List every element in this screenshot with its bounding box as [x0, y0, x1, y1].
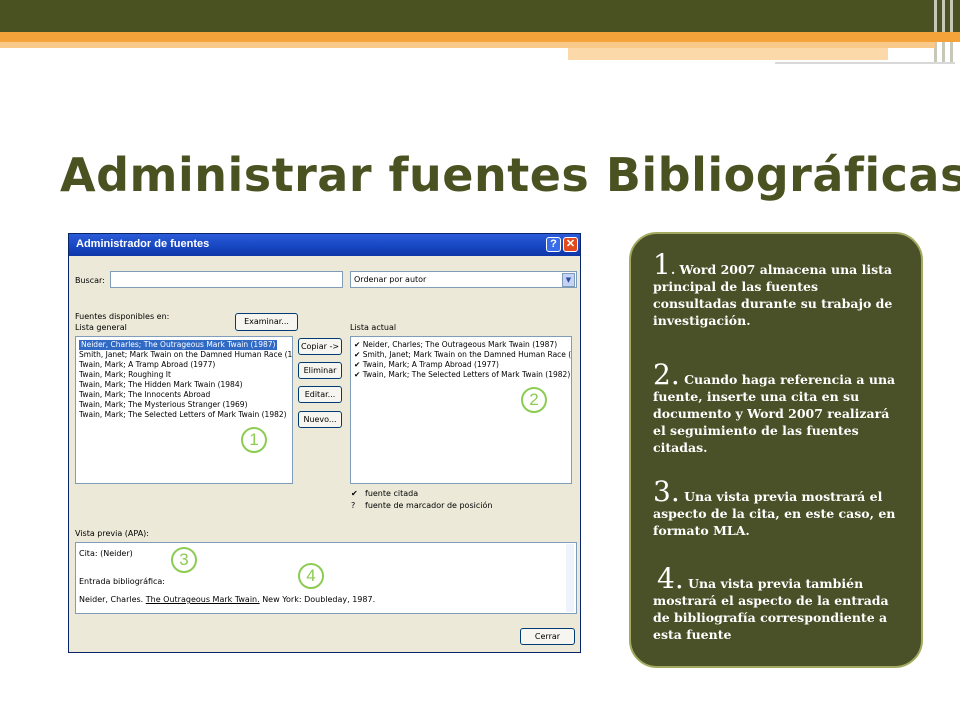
- list-item[interactable]: Twain, Mark; Roughing It: [79, 370, 171, 380]
- check-icon: ✔: [354, 370, 361, 379]
- sources-available-label: Fuentes disponibles en:: [75, 312, 170, 321]
- preview-citation: Cita: (Neider): [79, 549, 133, 558]
- dialog-title: Administrador de fuentes: [76, 238, 210, 250]
- current-list-label: Lista actual: [350, 323, 397, 332]
- list-item[interactable]: ✔ Twain, Mark; A Tramp Abroad (1977): [354, 360, 499, 370]
- callout-number: 2: [521, 387, 547, 413]
- list-item[interactable]: Twain, Mark; The Hidden Mark Twain (1984…: [79, 380, 243, 390]
- preview-box: Cita: (Neider) Entrada bibliográfica: Ne…: [75, 542, 577, 614]
- step-number: 2.: [653, 358, 680, 391]
- preview-scrollbar[interactable]: [566, 544, 574, 612]
- chevron-down-icon[interactable]: ▼: [562, 273, 575, 287]
- current-sources-list[interactable]: ✔ Neider, Charles; The Outrageous Mark T…: [350, 336, 572, 484]
- edit-button[interactable]: Editar...: [298, 386, 342, 403]
- close-window-button[interactable]: ✕: [563, 237, 578, 252]
- divider-line: [775, 62, 955, 64]
- browse-button-label: Examinar...: [244, 317, 289, 326]
- list-item[interactable]: Twain, Mark; The Innocents Abroad: [79, 390, 210, 400]
- list-item[interactable]: ✔ Neider, Charles; The Outrageous Mark T…: [354, 340, 557, 350]
- step-number: 4.: [657, 562, 684, 595]
- dialog-titlebar: Administrador de fuentes ? ✕: [69, 234, 580, 256]
- search-label: Buscar:: [75, 276, 105, 285]
- orange-band-lighter: [568, 48, 888, 60]
- list-item[interactable]: Twain, Mark; The Mysterious Stranger (19…: [79, 400, 248, 410]
- page-title: Administrar fuentes Bibliográficas: [60, 148, 960, 202]
- callout-number: 4: [298, 563, 324, 589]
- check-icon: ✔: [351, 489, 358, 498]
- preview-bib-label: Entrada bibliográfica:: [79, 577, 165, 586]
- bib-author: Neider, Charles.: [79, 595, 146, 604]
- help-button[interactable]: ?: [546, 237, 561, 252]
- copy-button[interactable]: Copiar ->: [298, 338, 342, 355]
- list-item[interactable]: Neider, Charles; The Outrageous Mark Twa…: [79, 340, 278, 350]
- list-item-label: Neider, Charles; The Outrageous Mark Twa…: [362, 340, 558, 349]
- sort-select-value: Ordenar por autor: [354, 275, 427, 284]
- list-item-label: Smith, Janet; Mark Twain on the Damned H…: [362, 350, 572, 359]
- browse-button[interactable]: Examinar...: [235, 313, 298, 331]
- list-item[interactable]: Twain, Mark; The Selected Letters of Mar…: [79, 410, 287, 420]
- list-item[interactable]: Twain, Mark; A Tramp Abroad (1977): [79, 360, 215, 370]
- check-icon: ✔: [354, 340, 361, 349]
- bib-rest: New York: Doubleday, 1987.: [259, 595, 376, 604]
- preview-label: Vista previa (APA):: [75, 529, 149, 538]
- close-button[interactable]: Cerrar: [520, 628, 575, 645]
- list-item[interactable]: ✔ Smith, Janet; Mark Twain on the Damned…: [354, 350, 572, 360]
- step-number: 1: [653, 248, 671, 281]
- step-text: . Word 2007 almacena una lista principal…: [653, 262, 893, 328]
- general-sources-list[interactable]: Neider, Charles; The Outrageous Mark Twa…: [75, 336, 293, 484]
- list-item-label: Twain, Mark; A Tramp Abroad (1977): [362, 360, 499, 369]
- placeholder-icon: ?: [351, 501, 356, 510]
- list-item[interactable]: Smith, Janet; Mark Twain on the Damned H…: [79, 350, 292, 360]
- top-bar: [0, 0, 960, 32]
- step-text: Una vista previa también mostrará el asp…: [653, 576, 889, 642]
- step-text: Una vista previa mostrará el aspecto de …: [653, 489, 896, 538]
- step-4: 4. Una vista previa también mostrará el …: [653, 565, 903, 643]
- placeholder-legend-label: fuente de marcador de posición: [365, 501, 493, 510]
- orange-band: [0, 32, 960, 42]
- step-text: Cuando haga referencia a una fuente, ins…: [653, 372, 896, 455]
- search-input[interactable]: [110, 271, 343, 288]
- step-2: 2. Cuando haga referencia a una fuente, …: [653, 361, 903, 456]
- cited-legend-label: fuente citada: [365, 489, 419, 498]
- list-item[interactable]: ✔ Twain, Mark; The Selected Letters of M…: [354, 370, 570, 380]
- callout-number: 1: [241, 427, 267, 453]
- callout-number: 3: [171, 547, 197, 573]
- sort-select[interactable]: Ordenar por autor ▼: [350, 271, 577, 288]
- new-button[interactable]: Nuevo...: [298, 411, 342, 428]
- check-icon: ✔: [354, 360, 361, 369]
- check-icon: ✔: [354, 350, 361, 359]
- step-1: 1. Word 2007 almacena una lista principa…: [653, 251, 903, 329]
- sources-manager-dialog: Administrador de fuentes ? ✕ Buscar: Ord…: [68, 233, 581, 653]
- general-list-label: Lista general: [75, 323, 127, 332]
- preview-bib-entry: Neider, Charles. The Outrageous Mark Twa…: [79, 595, 375, 604]
- delete-button[interactable]: Eliminar: [298, 362, 342, 379]
- list-item-label: Twain, Mark; The Selected Letters of Mar…: [362, 370, 571, 379]
- step-number: 3.: [653, 475, 680, 508]
- step-3: 3. Una vista previa mostrará el aspecto …: [653, 478, 903, 539]
- bib-title: The Outrageous Mark Twain.: [145, 595, 260, 604]
- steps-panel: 1. Word 2007 almacena una lista principa…: [629, 232, 923, 668]
